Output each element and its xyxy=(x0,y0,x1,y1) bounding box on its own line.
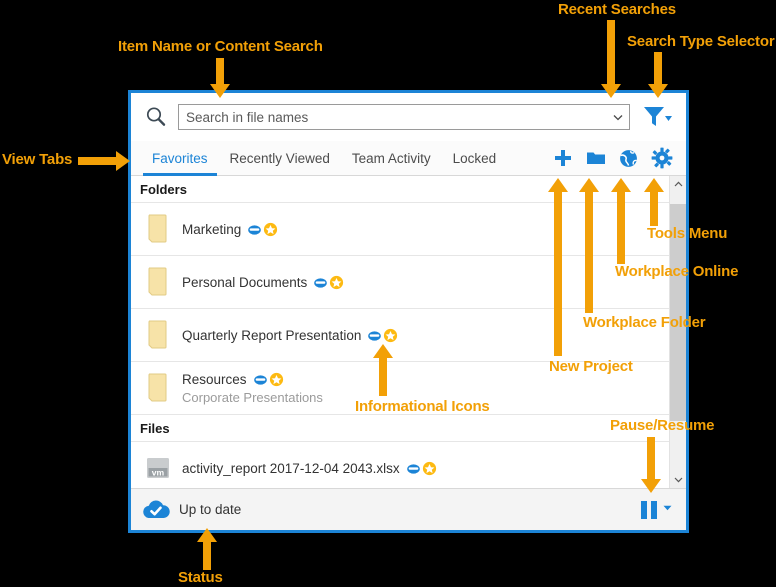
search-type-selector-funnel-filter-icon[interactable] xyxy=(634,100,680,134)
tab-locked-label: Locked xyxy=(452,150,497,166)
status-bar: Up to date xyxy=(131,488,686,530)
list-item[interactable]: vm activity_report 2017-12-04 2043.xlsx xyxy=(131,442,669,488)
list-item-name: Resources xyxy=(182,371,247,387)
pause-caret-down-icon[interactable] xyxy=(661,501,674,519)
annotation-arrow-recent-searches xyxy=(596,20,626,98)
list-item-text: Quarterly Report Presentation xyxy=(182,328,398,343)
annotation-view-tabs: View Tabs xyxy=(2,151,73,168)
annotation-arrow-informational-icons xyxy=(370,344,396,396)
annotation-arrow-view-tabs xyxy=(78,150,130,172)
list-item-text: Marketing xyxy=(182,222,278,237)
annotation-status: Status xyxy=(178,569,223,586)
cloud-icon xyxy=(406,461,421,476)
view-tabs: Favorites Recently Viewed Team Activity … xyxy=(131,141,686,176)
list-item-subtitle: Corporate Presentations xyxy=(182,389,323,405)
star-icon xyxy=(269,372,284,387)
search-bar xyxy=(131,93,686,141)
list-item-name: Personal Documents xyxy=(182,274,308,290)
pause-icon xyxy=(641,500,657,519)
informational-icons xyxy=(313,275,344,290)
cloud-icon xyxy=(313,275,328,290)
annotation-workplace-online: Workplace Online xyxy=(615,263,739,280)
informational-icons xyxy=(406,461,437,476)
list-item-text: activity_report 2017-12-04 2043.xlsx xyxy=(182,461,437,476)
tab-locked[interactable]: Locked xyxy=(442,141,508,175)
group-header-files: Files xyxy=(131,415,669,442)
cloud-icon xyxy=(247,222,262,237)
folder-icon xyxy=(143,265,173,299)
annotation-arrow-pause-resume xyxy=(638,437,664,493)
status-text: Up to date xyxy=(179,502,242,517)
annotation-arrow-item-name-search xyxy=(205,58,235,98)
cloud-check-icon xyxy=(141,498,171,522)
tab-recently-viewed[interactable]: Recently Viewed xyxy=(219,141,341,175)
star-icon xyxy=(422,461,437,476)
informational-icons xyxy=(247,222,278,237)
star-icon xyxy=(263,222,278,237)
annotation-arrow-search-type-selector xyxy=(643,52,673,98)
list-item-text: Resources Corporate Presentations xyxy=(182,372,323,405)
list-item-name: activity_report 2017-12-04 2043.xlsx xyxy=(182,460,400,476)
annotation-arrow-tools-menu xyxy=(641,178,667,226)
star-icon xyxy=(383,328,398,343)
tools-menu-gear-icon[interactable] xyxy=(645,142,678,175)
folder-icon xyxy=(143,212,173,246)
annotation-recent-searches: Recent Searches xyxy=(558,1,676,18)
tab-team-activity[interactable]: Team Activity xyxy=(341,141,442,175)
star-icon xyxy=(329,275,344,290)
new-project-plus-icon[interactable] xyxy=(546,142,579,175)
tab-favorites-label: Favorites xyxy=(152,150,208,166)
annotation-arrow-new-project xyxy=(545,178,571,356)
tab-favorites[interactable]: Favorites xyxy=(141,141,219,176)
scrollbar-chevron-down-icon[interactable] xyxy=(670,471,686,488)
list-item-name: Marketing xyxy=(182,221,242,237)
annotation-arrow-workplace-online xyxy=(608,178,634,264)
annotation-item-name-or-content-search: Item Name or Content Search xyxy=(118,38,323,55)
svg-text:vm: vm xyxy=(152,468,165,478)
vertical-scrollbar[interactable] xyxy=(669,176,686,488)
toolbar-icons xyxy=(546,141,686,175)
annotation-search-type-selector: Search Type Selector xyxy=(627,33,775,50)
recent-searches-chevron-down-icon[interactable] xyxy=(607,105,629,129)
annotation-pause-resume: Pause/Resume xyxy=(610,417,715,434)
xlsx-file-icon: vm xyxy=(143,451,173,485)
workplace-online-globe-icon[interactable] xyxy=(612,142,645,175)
scrollbar-chevron-up-icon[interactable] xyxy=(670,176,686,193)
list-item-text: Personal Documents xyxy=(182,275,344,290)
folder-icon xyxy=(143,371,173,405)
pause-resume-button[interactable] xyxy=(641,500,680,519)
cloud-icon xyxy=(253,372,268,387)
search-box[interactable] xyxy=(178,104,630,130)
annotation-arrow-status xyxy=(194,528,220,570)
search-icon xyxy=(143,104,169,130)
workplace-folder-icon[interactable] xyxy=(579,142,612,175)
search-input[interactable] xyxy=(179,105,607,129)
annotation-arrow-workplace-folder xyxy=(576,178,602,313)
annotation-tools-menu: Tools Menu xyxy=(647,225,728,242)
item-list-area: Folders Marketing Personal Documents Qua… xyxy=(131,176,686,488)
tab-row-spacer xyxy=(507,141,546,175)
annotation-workplace-folder: Workplace Folder xyxy=(583,314,706,331)
list-item-name: Quarterly Report Presentation xyxy=(182,327,362,343)
tab-recently-viewed-label: Recently Viewed xyxy=(229,150,330,166)
annotation-new-project: New Project xyxy=(549,358,633,375)
informational-icons xyxy=(253,372,284,387)
app-window: Favorites Recently Viewed Team Activity … xyxy=(128,90,689,533)
informational-icons xyxy=(367,328,398,343)
tab-team-activity-label: Team Activity xyxy=(351,150,431,166)
annotation-informational-icons: Informational Icons xyxy=(355,398,490,415)
folder-icon xyxy=(143,318,173,352)
cloud-icon xyxy=(367,328,382,343)
